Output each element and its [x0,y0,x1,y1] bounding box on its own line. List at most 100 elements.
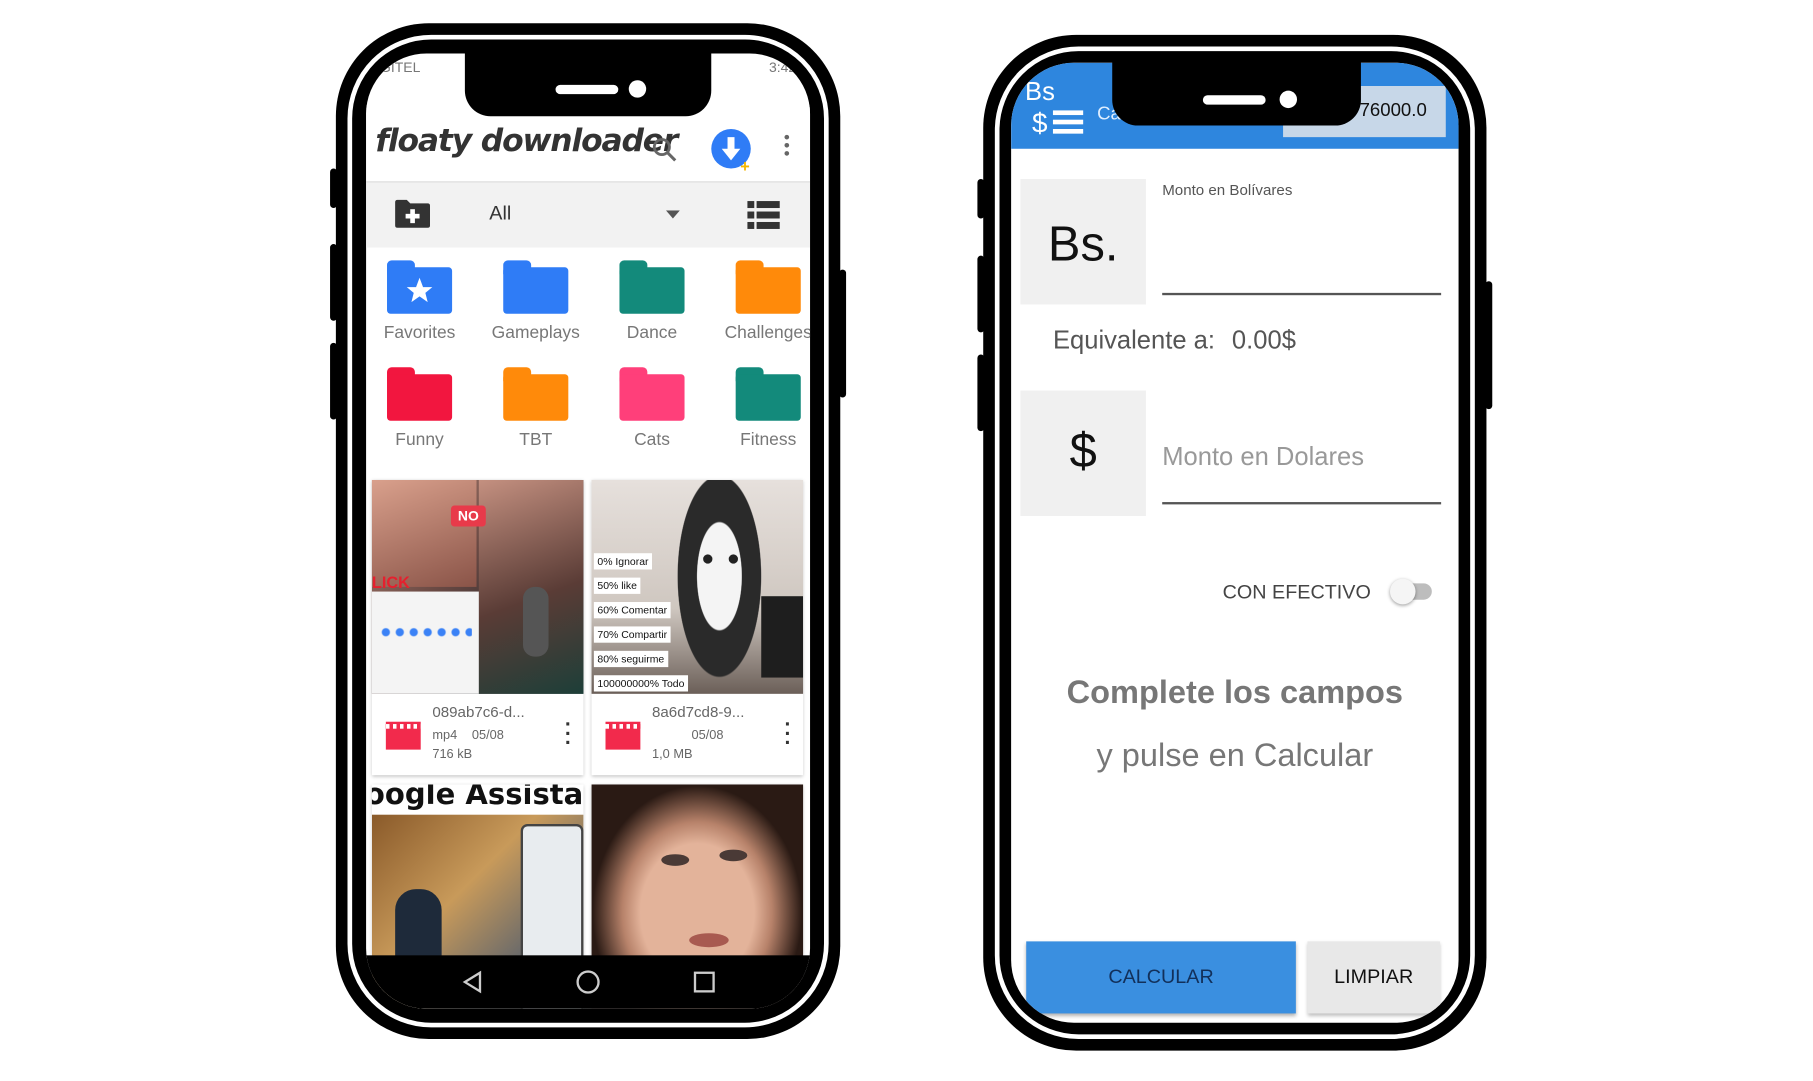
phone-notch [1112,58,1361,126]
usd-symbol: $ [1069,423,1097,478]
filter-toolbar: All [366,181,811,248]
cash-toggle-label: CON EFECTIVO [1222,581,1371,604]
bs-symbol: Bs. [1047,216,1119,271]
system-nav-bar [366,955,811,1009]
left-screen: GITEL 3:42 floaty downloader + All Favor… [366,53,811,1009]
svg-text:+: + [740,158,749,174]
usd-amount-input[interactable]: Monto en Dolares [1162,442,1364,472]
volume-button [330,342,338,420]
video-size: 716 kB [432,747,473,762]
folder-favorites[interactable]: Favorites [366,260,478,343]
lick-text: LICK [371,572,410,592]
calculate-button[interactable]: CALCULAR [1026,941,1296,1014]
video-thumbnail: NO LICK [371,479,584,694]
video-date: 05/08 [471,728,504,743]
app-logo-text: Bs [1025,76,1055,106]
recents-icon[interactable] [693,970,716,993]
equivalent-value: 0.00$ [1231,325,1296,355]
poll-option: 70% Compartir [593,626,671,643]
home-icon[interactable] [575,969,601,995]
video-date: 05/08 [691,728,724,743]
bs-symbol-box: Bs. [1020,178,1146,305]
clock-label: 3:42 [768,59,797,76]
folder-gameplays[interactable]: Gameplays [478,260,594,343]
cash-toggle[interactable] [1389,578,1432,605]
message-line-2: y pulse en Calcular [1096,736,1374,773]
poll-option: 0% Ignorar [593,553,653,570]
right-phone-frame: Bs $ CalcuCompra TASA: 76000.0 Bs. Monto… [977,34,1493,1051]
right-screen: Bs $ CalcuCompra TASA: 76000.0 Bs. Monto… [1011,62,1459,1023]
folder-label: Cats [634,430,670,450]
poll-option: 50% like [593,577,641,594]
bs-field-label: Monto en Bolívares [1162,181,1293,199]
no-badge: NO [450,505,486,527]
volume-button [330,244,338,321]
assistant-banner: oogle Assistant [371,784,584,812]
filter-select[interactable]: All [489,202,511,225]
folder-label: Challenges [724,323,811,343]
folder-label: Funny [395,430,444,450]
video-menu-icon[interactable]: · · · [565,714,572,754]
toggle-thumb [1389,578,1416,605]
folder-cats[interactable]: Cats [594,367,710,450]
new-folder-icon[interactable] [394,199,431,229]
video-size: 1,0 MB [651,747,693,762]
folder-label: Dance [626,323,678,343]
currency-list-icon: $ [1032,107,1084,137]
folder-fitness[interactable]: Fitness [710,367,810,450]
video-meta: 089ab7c6-d... mp4 05/08 716 kB · · · [372,694,584,775]
usd-input-underline [1162,502,1442,505]
video-menu-icon[interactable]: · · · [784,714,791,754]
video-type: mp4 [432,728,458,743]
bs-amount-input[interactable] [1162,207,1441,291]
search-icon[interactable] [652,137,678,163]
video-name: 089ab7c6-d... [432,703,525,721]
volume-button [977,255,985,333]
download-icon[interactable]: + [710,128,756,174]
phone-notch [464,46,712,117]
camera [1279,90,1298,109]
speaker [555,84,619,95]
folder-icon [735,367,801,421]
folder-funny[interactable]: Funny [366,367,478,450]
folder-icon [503,367,569,421]
video-card[interactable]: NO LICK 089ab7c6-d... mp4 05/08 716 kB ·… [371,479,584,776]
volume-button [977,354,985,432]
folder-label: Fitness [740,430,797,450]
svg-text:$: $ [1032,107,1048,137]
clear-button[interactable]: LIMPIAR [1307,941,1440,1014]
folder-label: Gameplays [491,323,580,343]
power-button [839,269,847,398]
back-icon[interactable] [461,970,484,994]
video-file-icon [385,721,421,750]
folder-icon [735,260,801,314]
chevron-down-icon[interactable] [665,210,680,219]
folder-dance[interactable]: Dance [594,260,710,343]
folder-icon [619,367,685,421]
video-file-icon [605,721,641,750]
poll-option: 80% seguirme [593,650,668,668]
star-folder-icon [387,260,453,314]
folder-challenges[interactable]: Challenges [710,260,810,343]
list-view-icon[interactable] [747,201,780,229]
poll-option: 100000000% Todo [593,675,688,692]
left-phone-frame: GITEL 3:42 floaty downloader + All Favor… [330,23,847,1040]
poll-option: 60% Comentar [593,602,671,619]
equivalent-label: Equivalente a: [1052,325,1216,355]
video-name: 8a6d7cd8-9... [651,703,745,721]
power-button [1485,281,1493,410]
video-meta: 8a6d7cd8-9... 05/08 1,0 MB · · · [592,694,804,775]
bs-input-underline [1162,292,1442,296]
speaker [1202,95,1266,105]
carrier-label: GITEL [380,59,421,76]
folder-label: Favorites [383,323,456,343]
folder-icon [619,260,685,314]
volume-button [330,168,338,209]
folder-tbt[interactable]: TBT [478,367,594,450]
folder-label: TBT [519,430,553,450]
video-thumbnail: 0% Ignorar 50% like 60% Comentar 70% Com… [591,479,804,694]
usd-symbol-box: $ [1020,390,1146,517]
camera [628,80,647,98]
video-card[interactable]: 0% Ignorar 50% like 60% Comentar 70% Com… [591,479,804,776]
overflow-menu-icon[interactable] [784,134,790,156]
